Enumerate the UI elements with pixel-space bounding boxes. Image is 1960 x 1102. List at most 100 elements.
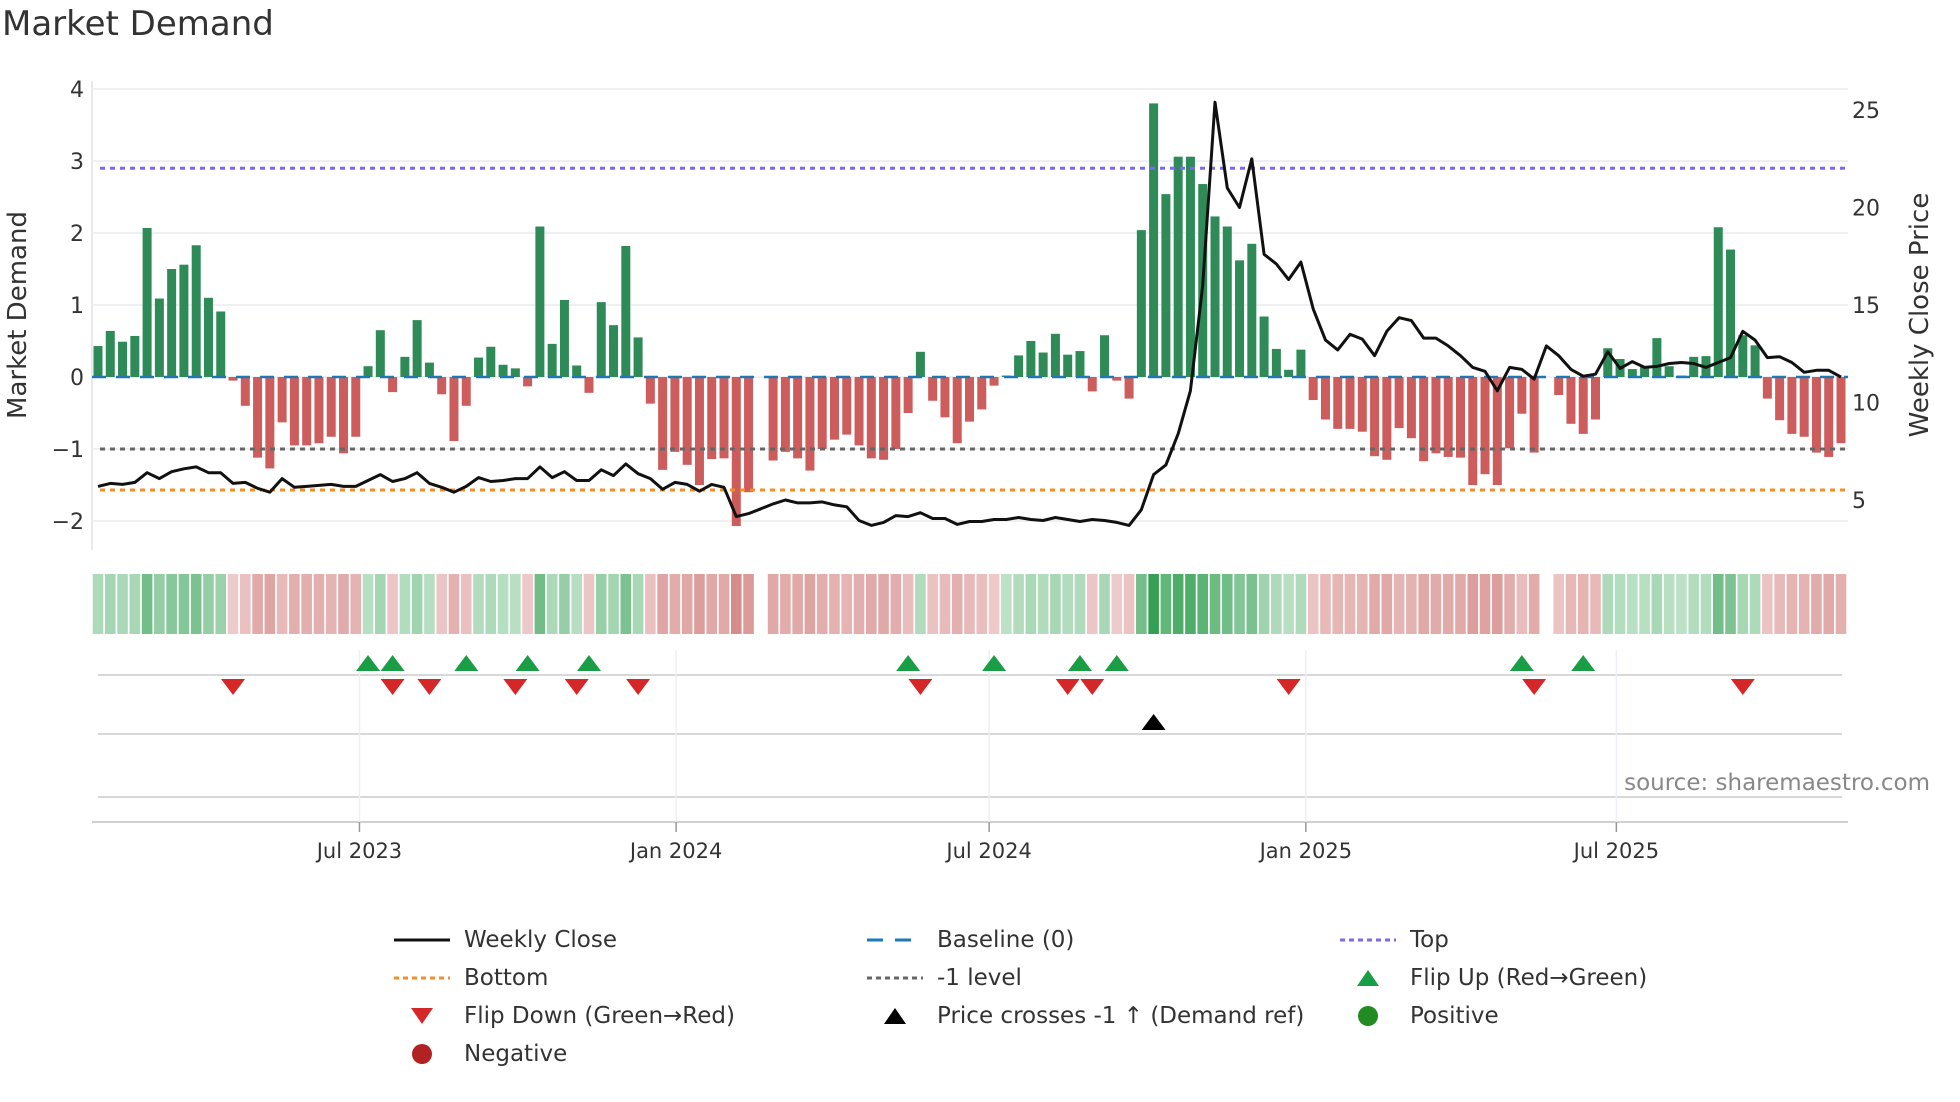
demand-bar (277, 377, 287, 423)
flip-down-marker (380, 679, 405, 695)
y2-tick-label: 25 (1852, 99, 1880, 124)
y-tick-label: 1 (70, 294, 84, 319)
heat-strip-cell (104, 574, 116, 634)
heat-strip-cell (411, 574, 423, 634)
heat-strip-cell (1774, 574, 1785, 634)
flip-down-marker (1276, 679, 1301, 695)
demand-bar (1284, 369, 1294, 377)
flip-down-marker (503, 679, 528, 695)
heat-strip-cell (866, 574, 877, 634)
demand-bar (670, 377, 680, 452)
flip-up-marker (982, 655, 1007, 671)
heat-strip-cell (1627, 574, 1638, 634)
heat-strip-cell (1553, 574, 1564, 634)
demand-bar (1394, 377, 1404, 429)
flip-down-marker (417, 679, 442, 695)
heat-strip-cell (1577, 574, 1589, 634)
demand-bar (1050, 333, 1060, 377)
heat-strip-cell (1602, 574, 1614, 634)
demand-bar (596, 302, 606, 377)
demand-bar (645, 377, 655, 404)
heat-strip-cell (915, 574, 926, 634)
heat-strip-cell (1197, 574, 1209, 634)
demand-bar (375, 330, 385, 377)
demand-bar (1038, 352, 1048, 377)
heat-strip-cell (559, 574, 570, 634)
demand-bar (989, 377, 999, 386)
demand-bar (1320, 377, 1330, 420)
heat-strip-cell (1013, 574, 1024, 634)
y-tick-label: 2 (70, 222, 84, 247)
heat-strip-cell (1639, 574, 1650, 634)
y-tick-label: 4 (70, 78, 84, 103)
demand-bar (1222, 226, 1232, 377)
demand-bar (1431, 377, 1441, 454)
demand-bar (118, 341, 128, 377)
heat-strip-cell (730, 574, 742, 634)
heat-strip-cell (522, 574, 533, 634)
demand-bar (1824, 377, 1834, 457)
x-tick-label: Jul 2023 (315, 839, 402, 863)
demand-bar (866, 377, 876, 459)
demand-bar (1406, 377, 1416, 439)
demand-bar (1026, 341, 1036, 377)
demand-bar (903, 377, 913, 413)
demand-bar (461, 377, 471, 406)
heat-strip-cell (1209, 574, 1221, 634)
heat-strip-cell (632, 574, 644, 634)
heat-strip-cell (1590, 574, 1601, 634)
demand-bar (265, 377, 275, 469)
demand-bar (130, 335, 140, 377)
heat-strip-cell (1246, 574, 1258, 634)
y-tick-label: 3 (70, 150, 84, 175)
heat-strip-cell (1381, 574, 1393, 634)
heat-strip-cell (264, 574, 276, 634)
heat-strip-cell (645, 574, 656, 634)
demand-bar (1811, 377, 1821, 453)
demand-bar (302, 377, 312, 446)
heat-strip-cell (964, 574, 975, 634)
demand-bar (154, 298, 164, 377)
demand-bar (609, 325, 619, 377)
demand-bar (216, 311, 226, 377)
heat-strip-cell (878, 574, 889, 634)
heat-strip-cell (1725, 574, 1736, 634)
heat-strip-cell (1123, 574, 1135, 634)
demand-bar (1517, 377, 1527, 414)
heat-strip-cell (1332, 574, 1344, 634)
flip-up-marker (896, 655, 921, 671)
y-tick-label: 0 (70, 366, 84, 391)
heat-strip-cell (1258, 574, 1270, 634)
source-credit: source: sharemaestro.com (1624, 770, 1930, 796)
heat-strip-cell (571, 574, 583, 634)
heat-strip-cell (1749, 574, 1761, 634)
demand-bar (1308, 377, 1318, 401)
heat-strip-cell (215, 574, 227, 634)
flip-down-marker (1080, 679, 1105, 695)
demand-bar (1185, 156, 1195, 377)
heat-strip-cell (1676, 574, 1687, 634)
heat-strip-cell (92, 574, 104, 634)
heat-strip-cell (1418, 574, 1429, 634)
flip-up-marker (1067, 655, 1092, 671)
heat-strip-cell (190, 574, 202, 634)
demand-bar (105, 330, 115, 377)
demand-bar (1566, 377, 1576, 424)
heat-strip-cell (694, 574, 705, 634)
heat-strip-cell (546, 574, 558, 634)
flip-down-marker (1522, 679, 1547, 695)
heat-strip-cell (399, 574, 411, 634)
demand-bar (167, 269, 177, 377)
heat-strip-cell (1001, 574, 1012, 634)
demand-bar (1505, 377, 1515, 449)
heat-strip-cell (681, 574, 693, 634)
heat-strip-cell (485, 574, 497, 634)
demand-bar (1087, 377, 1097, 392)
demand-bar (486, 346, 496, 377)
demand-bar (437, 377, 447, 395)
heat-strip-cell (534, 574, 546, 634)
heat-strip-cell (129, 574, 141, 634)
demand-bar (584, 377, 594, 393)
demand-bar (1247, 243, 1257, 377)
demand-bar (1333, 377, 1343, 429)
